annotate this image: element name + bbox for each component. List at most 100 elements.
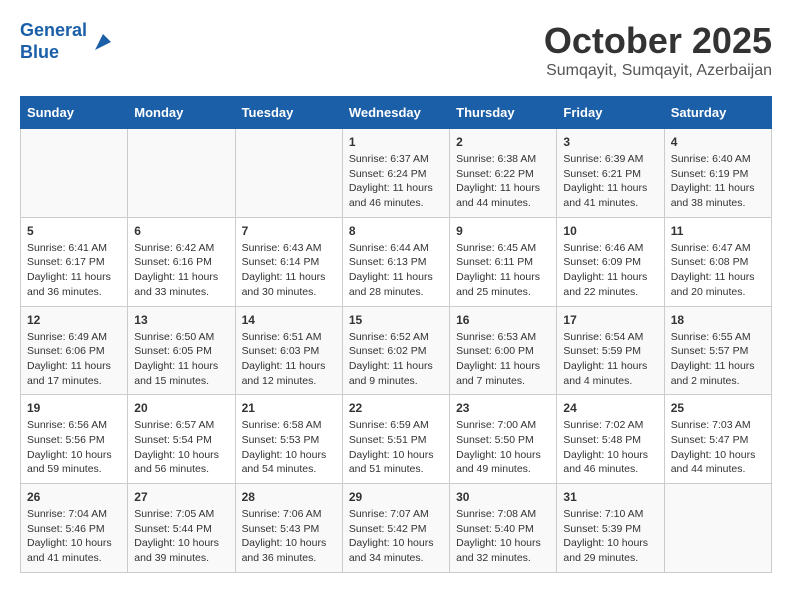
calendar-cell: 31 Sunrise: 7:10 AM Sunset: 5:39 PM Dayli… — [557, 484, 664, 573]
day-info: Sunrise: 7:05 AM Sunset: 5:44 PM Dayligh… — [134, 507, 228, 566]
calendar-cell — [235, 129, 342, 218]
weekday-header-wednesday: Wednesday — [342, 97, 449, 129]
calendar-cell: 24Sunrise: 7:02 AM Sunset: 5:48 PM Dayli… — [557, 395, 664, 484]
day-number: 13 — [134, 313, 228, 327]
day-number: 5 — [27, 224, 121, 238]
day-number: 9 — [456, 224, 550, 238]
calendar-cell: 23Sunrise: 7:00 AM Sunset: 5:50 PM Dayli… — [450, 395, 557, 484]
logo-text: GeneralBlue — [20, 20, 87, 63]
day-info: Sunrise: 7:10 AM Sunset: 5:39 PM Dayligh… — [563, 507, 657, 566]
day-number: 8 — [349, 224, 443, 238]
calendar-table: SundayMondayTuesdayWednesdayThursdayFrid… — [20, 96, 772, 573]
day-info: Sunrise: 6:50 AM Sunset: 6:05 PM Dayligh… — [134, 330, 228, 389]
day-number: 31 — [563, 490, 657, 504]
day-number: 30 — [456, 490, 550, 504]
calendar-cell: 10 Sunrise: 6:46 AM Sunset: 6:09 PM Dayli… — [557, 217, 664, 306]
day-info: Sunrise: 6:58 AM Sunset: 5:53 PM Dayligh… — [242, 418, 336, 477]
day-info: Sunrise: 6:45 AM Sunset: 6:11 PM Dayligh… — [456, 241, 550, 300]
week-row-5: 26Sunrise: 7:04 AM Sunset: 5:46 PM Dayli… — [21, 484, 772, 573]
page-header: GeneralBlue October 2025 Sumqayit, Sumqa… — [20, 20, 772, 80]
weekday-header-monday: Monday — [128, 97, 235, 129]
day-number: 24 — [563, 401, 657, 415]
calendar-cell: 7 Sunrise: 6:43 AM Sunset: 6:14 PM Daylig… — [235, 217, 342, 306]
day-number: 1 — [349, 135, 443, 149]
calendar-cell: 16 Sunrise: 6:53 AM Sunset: 6:00 PM Dayli… — [450, 306, 557, 395]
day-info: Sunrise: 6:51 AM Sunset: 6:03 PM Dayligh… — [242, 330, 336, 389]
calendar-cell: 15 Sunrise: 6:52 AM Sunset: 6:02 PM Dayli… — [342, 306, 449, 395]
calendar-cell — [128, 129, 235, 218]
weekday-header-thursday: Thursday — [450, 97, 557, 129]
day-number: 25 — [671, 401, 765, 415]
calendar-cell: 19 Sunrise: 6:56 AM Sunset: 5:56 PM Dayli… — [21, 395, 128, 484]
calendar-cell: 20Sunrise: 6:57 AM Sunset: 5:54 PM Dayli… — [128, 395, 235, 484]
calendar-cell: 6Sunrise: 6:42 AM Sunset: 6:16 PM Daylig… — [128, 217, 235, 306]
day-info: Sunrise: 6:49 AM Sunset: 6:06 PM Dayligh… — [27, 330, 121, 389]
day-number: 27 — [134, 490, 228, 504]
day-number: 7 — [242, 224, 336, 238]
calendar-cell: 27 Sunrise: 7:05 AM Sunset: 5:44 PM Dayli… — [128, 484, 235, 573]
day-number: 15 — [349, 313, 443, 327]
day-info: Sunrise: 6:54 AM Sunset: 5:59 PM Dayligh… — [563, 330, 657, 389]
day-info: Sunrise: 6:38 AM Sunset: 6:22 PM Dayligh… — [456, 152, 550, 211]
day-number: 22 — [349, 401, 443, 415]
day-info: Sunrise: 6:52 AM Sunset: 6:02 PM Dayligh… — [349, 330, 443, 389]
day-info: Sunrise: 6:41 AM Sunset: 6:17 PM Dayligh… — [27, 241, 121, 300]
calendar-cell: 12 Sunrise: 6:49 AM Sunset: 6:06 PM Dayli… — [21, 306, 128, 395]
day-info: Sunrise: 7:06 AM Sunset: 5:43 PM Dayligh… — [242, 507, 336, 566]
day-number: 12 — [27, 313, 121, 327]
day-info: Sunrise: 6:44 AM Sunset: 6:13 PM Dayligh… — [349, 241, 443, 300]
weekday-header-row: SundayMondayTuesdayWednesdayThursdayFrid… — [21, 97, 772, 129]
day-info: Sunrise: 6:39 AM Sunset: 6:21 PM Dayligh… — [563, 152, 657, 211]
day-number: 18 — [671, 313, 765, 327]
day-info: Sunrise: 6:46 AM Sunset: 6:09 PM Dayligh… — [563, 241, 657, 300]
day-info: Sunrise: 6:57 AM Sunset: 5:54 PM Dayligh… — [134, 418, 228, 477]
day-number: 10 — [563, 224, 657, 238]
weekday-header-tuesday: Tuesday — [235, 97, 342, 129]
day-info: Sunrise: 6:53 AM Sunset: 6:00 PM Dayligh… — [456, 330, 550, 389]
day-info: Sunrise: 6:40 AM Sunset: 6:19 PM Dayligh… — [671, 152, 765, 211]
calendar-cell: 17Sunrise: 6:54 AM Sunset: 5:59 PM Dayli… — [557, 306, 664, 395]
calendar-cell: 8 Sunrise: 6:44 AM Sunset: 6:13 PM Daylig… — [342, 217, 449, 306]
calendar-cell — [21, 129, 128, 218]
calendar-cell: 2 Sunrise: 6:38 AM Sunset: 6:22 PM Daylig… — [450, 129, 557, 218]
calendar-cell: 13 Sunrise: 6:50 AM Sunset: 6:05 PM Dayli… — [128, 306, 235, 395]
day-info: Sunrise: 6:43 AM Sunset: 6:14 PM Dayligh… — [242, 241, 336, 300]
day-info: Sunrise: 6:42 AM Sunset: 6:16 PM Dayligh… — [134, 241, 228, 300]
calendar-cell: 21 Sunrise: 6:58 AM Sunset: 5:53 PM Dayli… — [235, 395, 342, 484]
location-subtitle: Sumqayit, Sumqayit, Azerbaijan — [544, 62, 772, 80]
day-info: Sunrise: 7:00 AM Sunset: 5:50 PM Dayligh… — [456, 418, 550, 477]
day-number: 19 — [27, 401, 121, 415]
week-row-2: 5 Sunrise: 6:41 AM Sunset: 6:17 PM Daylig… — [21, 217, 772, 306]
day-info: Sunrise: 6:56 AM Sunset: 5:56 PM Dayligh… — [27, 418, 121, 477]
calendar-cell: 30Sunrise: 7:08 AM Sunset: 5:40 PM Dayli… — [450, 484, 557, 573]
calendar-cell: 22 Sunrise: 6:59 AM Sunset: 5:51 PM Dayli… — [342, 395, 449, 484]
day-number: 21 — [242, 401, 336, 415]
day-number: 4 — [671, 135, 765, 149]
day-number: 3 — [563, 135, 657, 149]
day-info: Sunrise: 6:59 AM Sunset: 5:51 PM Dayligh… — [349, 418, 443, 477]
calendar-cell: 25 Sunrise: 7:03 AM Sunset: 5:47 PM Dayli… — [664, 395, 771, 484]
day-number: 16 — [456, 313, 550, 327]
week-row-3: 12 Sunrise: 6:49 AM Sunset: 6:06 PM Dayli… — [21, 306, 772, 395]
calendar-cell: 14Sunrise: 6:51 AM Sunset: 6:03 PM Dayli… — [235, 306, 342, 395]
month-title: October 2025 — [544, 20, 772, 62]
calendar-cell: 9 Sunrise: 6:45 AM Sunset: 6:11 PM Daylig… — [450, 217, 557, 306]
calendar-cell: 18 Sunrise: 6:55 AM Sunset: 5:57 PM Dayli… — [664, 306, 771, 395]
day-info: Sunrise: 6:47 AM Sunset: 6:08 PM Dayligh… — [671, 241, 765, 300]
day-number: 26 — [27, 490, 121, 504]
day-number: 2 — [456, 135, 550, 149]
calendar-cell — [664, 484, 771, 573]
day-number: 29 — [349, 490, 443, 504]
day-info: Sunrise: 7:03 AM Sunset: 5:47 PM Dayligh… — [671, 418, 765, 477]
calendar-cell: 1Sunrise: 6:37 AM Sunset: 6:24 PM Daylig… — [342, 129, 449, 218]
logo-icon — [91, 30, 115, 54]
day-number: 28 — [242, 490, 336, 504]
title-block: October 2025 Sumqayit, Sumqayit, Azerbai… — [544, 20, 772, 80]
day-info: Sunrise: 6:55 AM Sunset: 5:57 PM Dayligh… — [671, 330, 765, 389]
week-row-1: 1Sunrise: 6:37 AM Sunset: 6:24 PM Daylig… — [21, 129, 772, 218]
calendar-cell: 4 Sunrise: 6:40 AM Sunset: 6:19 PM Daylig… — [664, 129, 771, 218]
calendar-cell: 5 Sunrise: 6:41 AM Sunset: 6:17 PM Daylig… — [21, 217, 128, 306]
calendar-cell: 28 Sunrise: 7:06 AM Sunset: 5:43 PM Dayli… — [235, 484, 342, 573]
day-number: 11 — [671, 224, 765, 238]
week-row-4: 19 Sunrise: 6:56 AM Sunset: 5:56 PM Dayli… — [21, 395, 772, 484]
